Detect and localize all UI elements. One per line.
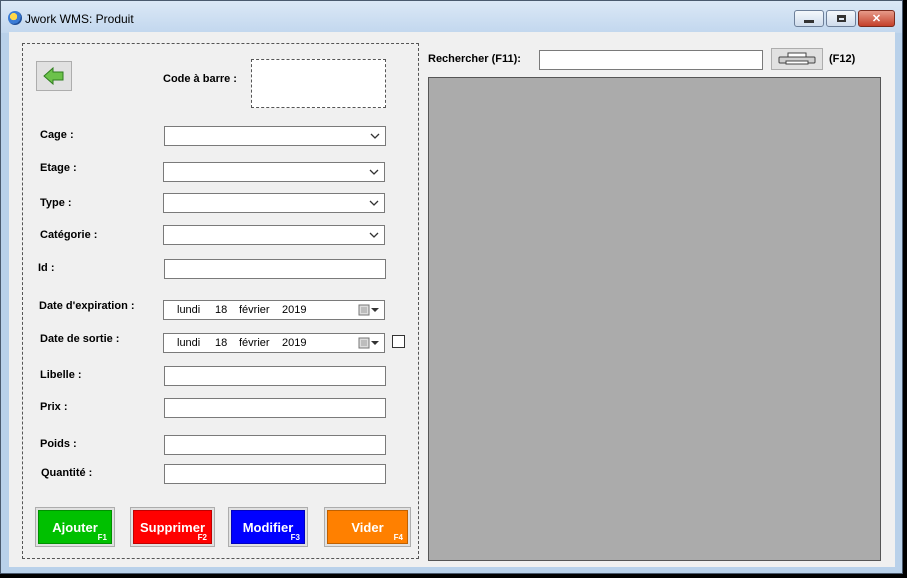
modifier-button[interactable]: Modifier F3 — [228, 507, 308, 547]
modifier-button-face: Modifier F3 — [231, 510, 305, 544]
supprimer-shortcut-label: F2 — [197, 533, 207, 542]
date-sortie-weekday[interactable]: lundi — [177, 337, 200, 349]
quantite-input[interactable] — [164, 464, 386, 484]
date-sortie-month[interactable]: février — [239, 337, 270, 349]
client-area: Code à barre : Cage : Etage : Type : Cat… — [9, 32, 895, 567]
vider-button-face: Vider F4 — [327, 510, 408, 544]
categorie-select[interactable] — [163, 225, 385, 245]
supprimer-button-face: Supprimer F2 — [133, 510, 212, 544]
ajouter-shortcut-label: F1 — [97, 533, 107, 542]
maximize-button[interactable] — [826, 10, 856, 27]
cage-label: Cage : — [40, 129, 74, 141]
quantite-label: Quantité : — [41, 467, 93, 479]
products-grid[interactable] — [428, 77, 881, 561]
date-sortie-checkbox[interactable] — [392, 335, 405, 348]
supprimer-button[interactable]: Supprimer F2 — [130, 507, 215, 547]
maximize-icon — [836, 15, 846, 22]
date-sortie-picker[interactable]: lundi 18 février 2019 — [163, 333, 385, 353]
chevron-down-icon — [369, 200, 379, 206]
calendar-icon[interactable] — [358, 337, 380, 349]
ajouter-button-label: Ajouter — [52, 519, 98, 535]
print-shortcut-label: (F12) — [829, 53, 856, 65]
date-expiration-day[interactable]: 18 — [215, 304, 227, 316]
etage-select[interactable] — [163, 162, 385, 182]
barcode-display — [251, 59, 386, 108]
app-icon — [8, 11, 22, 25]
close-icon: ✕ — [871, 13, 882, 25]
search-input[interactable] — [539, 50, 763, 70]
modifier-button-label: Modifier — [242, 519, 294, 535]
vider-shortcut-label: F4 — [393, 533, 403, 542]
calendar-icon[interactable] — [358, 304, 380, 316]
minimize-icon — [804, 20, 814, 23]
search-label: Rechercher (F11): — [428, 53, 521, 65]
etage-label: Etage : — [40, 162, 77, 174]
date-sortie-label: Date de sortie : — [40, 333, 120, 345]
date-sortie-year[interactable]: 2019 — [282, 337, 306, 349]
chevron-down-icon — [370, 133, 380, 139]
product-form-panel: Code à barre : Cage : Etage : Type : Cat… — [22, 43, 419, 559]
title-bar[interactable]: Jwork WMS: Produit ✕ — [1, 1, 902, 33]
minimize-button[interactable] — [794, 10, 824, 27]
type-select[interactable] — [163, 193, 385, 213]
modifier-shortcut-label: F3 — [290, 533, 300, 542]
barcode-label: Code à barre : — [163, 73, 237, 85]
date-expiration-label: Date d'expiration : — [39, 300, 135, 312]
id-input[interactable] — [164, 259, 386, 279]
libelle-label: Libelle : — [40, 369, 82, 381]
poids-input[interactable] — [164, 435, 386, 455]
date-expiration-picker[interactable]: lundi 18 février 2019 — [163, 300, 385, 320]
date-expiration-weekday[interactable]: lundi — [177, 304, 200, 316]
ajouter-button-face: Ajouter F1 — [38, 510, 112, 544]
poids-label: Poids : — [40, 438, 77, 450]
prix-input[interactable] — [164, 398, 386, 418]
window-title: Jwork WMS: Produit — [25, 12, 134, 26]
green-left-arrow-icon — [43, 67, 64, 85]
close-button[interactable]: ✕ — [858, 10, 895, 27]
vider-button-label: Vider — [351, 519, 384, 535]
categorie-label: Catégorie : — [40, 229, 98, 241]
ajouter-button[interactable]: Ajouter F1 — [35, 507, 115, 547]
chevron-down-icon — [369, 169, 379, 175]
printer-icon — [778, 52, 816, 65]
id-label: Id : — [38, 262, 55, 274]
supprimer-button-label: Supprimer — [139, 519, 205, 535]
back-button[interactable] — [36, 61, 72, 91]
app-window: Jwork WMS: Produit ✕ Code à barre : Cage… — [0, 0, 903, 574]
cage-select[interactable] — [164, 126, 386, 146]
chevron-down-icon — [369, 232, 379, 238]
date-expiration-year[interactable]: 2019 — [282, 304, 306, 316]
date-expiration-month[interactable]: février — [239, 304, 270, 316]
print-button[interactable] — [771, 48, 823, 70]
libelle-input[interactable] — [164, 366, 386, 386]
date-sortie-day[interactable]: 18 — [215, 337, 227, 349]
vider-button[interactable]: Vider F4 — [324, 507, 411, 547]
type-label: Type : — [40, 197, 72, 209]
prix-label: Prix : — [40, 401, 68, 413]
